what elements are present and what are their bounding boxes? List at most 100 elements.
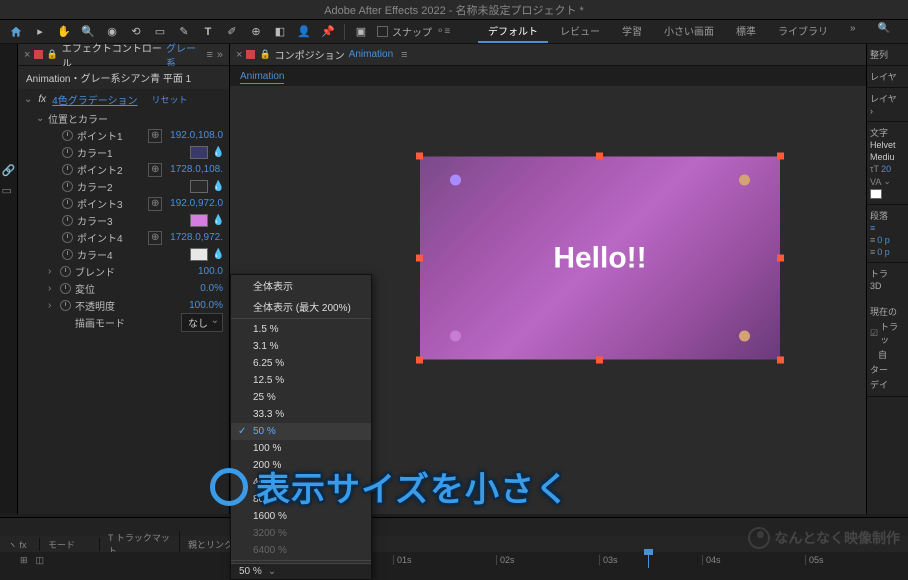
clone-tool-icon[interactable]: ⊕ [248,24,264,40]
link-icon[interactable]: 🔗 [2,164,16,178]
font-size[interactable]: 20 [881,164,891,174]
search-icon[interactable]: 🔍 [868,20,900,43]
reset-link[interactable]: リセット [152,93,188,106]
panel-overflow-icon[interactable]: » [217,49,223,61]
effect-header[interactable]: ⌄ fx 4色グラデーション リセット [18,89,229,110]
font-family[interactable]: Helvet [870,139,905,151]
zoom-option[interactable]: 33.3 % [231,406,371,423]
zoom-option-fit[interactable]: 全体表示 [231,275,371,296]
effects-panel-tab[interactable]: × 🔒 エフェクトコントロール グレー系 ≡ » [18,44,229,66]
stopwatch-icon[interactable] [62,232,73,243]
text-tool-icon[interactable]: T [200,24,216,40]
stopwatch-icon[interactable] [62,198,73,209]
close-icon[interactable]: × [24,49,30,61]
prop-value[interactable]: 1728.0,108. [170,164,223,175]
workspace-tab-learn[interactable]: 学習 [612,20,652,43]
stopwatch-icon[interactable] [62,147,73,158]
position-target-icon[interactable]: ⊕ [148,197,162,211]
align-panel-header[interactable]: 整列 [867,44,908,66]
prop-group-position-color[interactable]: ⌄ 位置とカラー [18,110,229,127]
workspace-tab-small[interactable]: 小さい画面 [654,20,724,43]
fx-badge[interactable]: fx [38,94,46,105]
stopwatch-icon[interactable] [60,283,71,294]
prop-value[interactable]: 1728.0,972. [170,232,223,243]
gradient-point-3[interactable] [450,331,461,342]
mask-tool-icon[interactable]: ▣ [353,24,369,40]
zoom-option[interactable]: 1.5 % [231,321,371,338]
snap-dropdown-icon[interactable]: ⚬≡ [436,26,450,37]
selection-handle[interactable] [596,357,603,364]
selection-tool-icon[interactable]: ▸ [32,24,48,40]
disclosure-arrow-icon[interactable]: › [48,300,56,311]
zoom-current-display[interactable]: 50 % ⌄ [231,563,371,579]
position-target-icon[interactable]: ⊕ [148,163,162,177]
shape-tool-icon[interactable]: ▭ [152,24,168,40]
stopwatch-icon[interactable] [60,266,71,277]
chevron-right-icon[interactable]: › [870,106,873,116]
selection-handle[interactable] [777,153,784,160]
disclosure-arrow-icon[interactable]: ⌄ [24,94,32,105]
eyedropper-icon[interactable]: 💧 [212,147,223,158]
disclosure-arrow-icon[interactable]: ⌄ [36,113,44,124]
folder-icon[interactable]: ▭ [2,184,16,198]
prop-value[interactable]: 100.0% [189,300,223,311]
gradient-point-2[interactable] [739,175,750,186]
pen-tool-icon[interactable]: ✎ [176,24,192,40]
zoom-option[interactable]: 6.25 % [231,355,371,372]
selection-handle[interactable] [416,153,423,160]
selection-handle[interactable] [416,254,423,261]
stopwatch-icon[interactable] [62,164,73,175]
selection-handle[interactable] [416,357,423,364]
stopwatch-icon[interactable] [62,130,73,141]
color-swatch[interactable] [190,214,208,227]
color-swatch[interactable] [190,146,208,159]
eyedropper-icon[interactable]: 💧 [212,249,223,260]
text-layer[interactable]: Hello!! [553,241,646,275]
zoom-option[interactable]: 12.5 % [231,372,371,389]
align-left-icon[interactable]: ≡ [870,223,875,233]
toggle-switches-icon[interactable]: ⊞ [20,555,28,566]
panel-menu-icon[interactable]: ≡ [206,49,212,61]
effect-name[interactable]: 4色グラデーション [52,92,137,107]
zoom-option[interactable]: 3.1 % [231,338,371,355]
color-swatch[interactable] [190,180,208,193]
zoom-option-selected[interactable]: 50 % [231,423,371,440]
eraser-tool-icon[interactable]: ◧ [272,24,288,40]
hand-tool-icon[interactable]: ✋ [56,24,72,40]
zoom-option[interactable]: 25 % [231,389,371,406]
color-swatch[interactable] [190,248,208,261]
gradient-point-1[interactable] [450,175,461,186]
workspace-tab-default[interactable]: デフォルト [478,20,548,43]
brush-tool-icon[interactable]: ✐ [224,24,240,40]
draw-mode-dropdown[interactable]: なし ⌄ [181,313,223,332]
font-weight[interactable]: Mediu [870,151,905,163]
layer-panel-header[interactable]: レイヤ [867,66,908,88]
lock-icon[interactable]: 🔒 [259,49,270,60]
zoom-tool-icon[interactable]: 🔍 [80,24,96,40]
position-target-icon[interactable]: ⊕ [148,231,162,245]
prop-value[interactable]: 192.0,108.0 [170,130,223,141]
position-target-icon[interactable]: ⊕ [148,129,162,143]
toggle-switches-icon[interactable]: ◫ [36,555,45,566]
fill-swatch[interactable] [870,189,882,199]
roto-tool-icon[interactable]: 👤 [296,24,312,40]
prop-value[interactable]: 100.0 [198,266,223,277]
paragraph-panel[interactable]: 段落 ≡ ≡ 0 p ≡ 0 p [867,205,908,263]
disclosure-arrow-icon[interactable]: › [48,266,56,277]
gradient-point-4[interactable] [739,331,750,342]
viewer-area[interactable]: Hello!! 全体表示 全体表示 (最大 200%) 1.5 % 3.1 % … [230,86,866,514]
playhead[interactable] [648,552,649,568]
prop-value[interactable]: 0.0% [200,283,223,294]
comp-name[interactable]: Animation [349,49,393,60]
workspace-tab-library[interactable]: ライブラリ [768,20,838,43]
composition-canvas[interactable]: Hello!! [420,157,780,360]
selection-handle[interactable] [596,153,603,160]
stopwatch-icon[interactable] [62,215,73,226]
stopwatch-icon[interactable] [62,181,73,192]
tracker-panel[interactable]: トラ 3D 現在の ☑トラッ 自 ター デイ [867,263,908,397]
layer-panel-header-2[interactable]: レイヤ › [867,88,908,122]
zoom-option[interactable]: 100 % [231,440,371,457]
workspace-tab-review[interactable]: レビュー [550,20,610,43]
eyedropper-icon[interactable]: 💧 [212,215,223,226]
workspace-tab-standard[interactable]: 標準 [726,20,766,43]
